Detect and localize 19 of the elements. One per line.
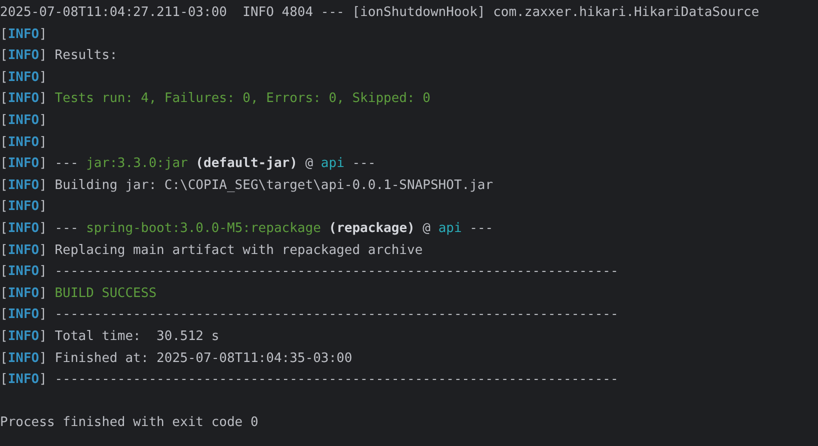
- log-line: [INFO] Replacing main artifact with repackaged archive: [0, 242, 423, 260]
- log-line: [INFO]: [0, 26, 47, 44]
- log-line: [INFO] BUILD SUCCESS: [0, 284, 157, 303]
- log-line: [INFO]: [0, 68, 47, 87]
- log-line: [INFO] Total time: 30.512 s: [0, 328, 220, 346]
- log-line: [INFO] --- jar:3.3.0:jar (default-jar) @ api ---: [0, 155, 376, 174]
- log-line: [INFO]: [0, 112, 47, 130]
- log-line: [INFO]: [0, 198, 47, 216]
- log-line: [INFO] ------------------------------------------------------------------------: [0, 263, 618, 282]
- log-line: [INFO] --- spring-boot:3.0.0-M5:repackage (repackage) @ api ---: [0, 220, 494, 238]
- log-line: [INFO] ------------------------------------------------------------------------: [0, 306, 618, 324]
- log-line: [INFO]: [0, 134, 47, 152]
- log-line: [INFO] Tests run: 4, Failures: 0, Errors: 0, Skipped: 0: [0, 90, 430, 108]
- log-line: [INFO] ------------------------------------------------------------------------: [0, 371, 618, 390]
- log-line: Process finished with exit code 0: [0, 414, 258, 432]
- log-line: [INFO] Building jar: C:\COPIA_SEG\target\api-0.0.1-SNAPSHOT.jar: [0, 176, 494, 195]
- log-line: [INFO] Finished at: 2025-07-08T11:04:35-03:00: [0, 350, 352, 368]
- log-line: 2025-07-08T11:04:27.211-03:00 INFO 4804 --- [ionShutdownHook] com.zaxxer.hikari.HikariDataSource: [0, 4, 760, 22]
- log-line: [INFO] Results:: [0, 47, 118, 66]
